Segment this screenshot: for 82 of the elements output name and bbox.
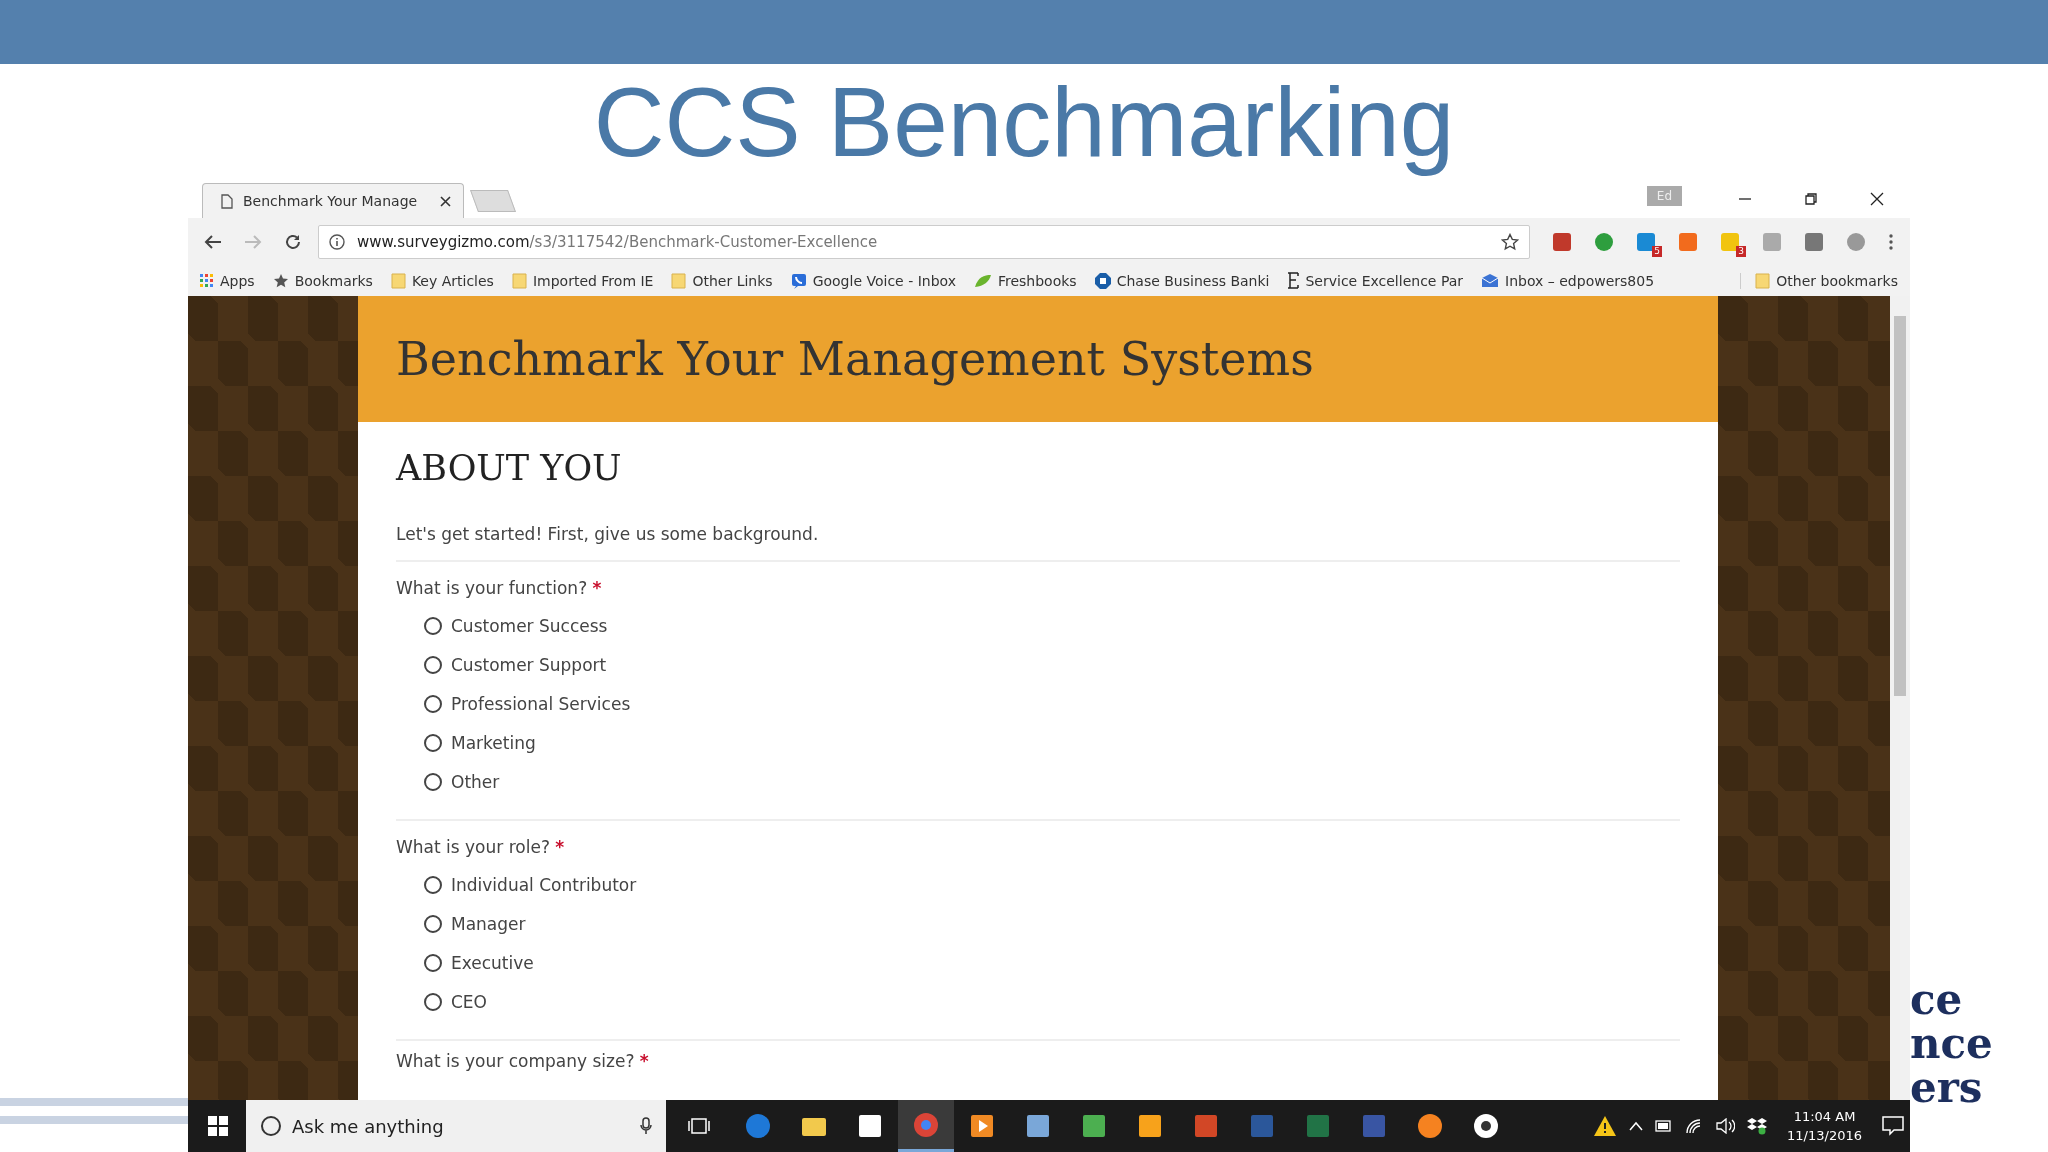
star-icon [272,272,289,289]
task-view-icon[interactable] [688,1117,710,1135]
bookmark-item[interactable]: Apps [200,272,255,289]
folder-icon [390,272,406,289]
dropbox-icon[interactable] [1747,1117,1768,1135]
radio-button[interactable] [424,953,442,972]
option-label[interactable]: Individual Contributor [451,874,637,895]
bookmark-item[interactable]: Imported From IE [511,272,654,289]
radio-button[interactable] [424,914,442,933]
option-label[interactable]: Executive [451,952,534,973]
search-field[interactable]: Ask me anything [246,1100,666,1152]
speaker-icon[interactable] [1715,1118,1736,1134]
radio-button[interactable] [424,875,442,894]
battery-icon[interactable] [1655,1120,1674,1132]
slide-logo-text: ers [1910,1066,1984,1110]
phone-icon [790,272,807,289]
bookmark-item[interactable]: Bookmarks [272,272,373,289]
chrome-icon[interactable] [898,1100,954,1152]
restore-icon[interactable] [1804,192,1818,206]
folder-icon [1755,272,1771,289]
radio-button[interactable] [424,772,442,791]
option-label[interactable]: CEO [451,991,487,1012]
radio-button[interactable] [424,655,442,674]
bookmark-item[interactable]: Google Voice - Inbox [790,272,956,289]
browser-tab[interactable]: Benchmark Your Manage [202,183,464,218]
chevron-up-icon[interactable] [1629,1121,1644,1131]
radio-button[interactable] [424,733,442,752]
leaf-icon [973,273,992,288]
page-icon [221,193,233,209]
tab-title: Benchmark Your Manage [243,193,419,209]
bookmark-item[interactable]: Freshbooks [973,272,1077,289]
intro-text: Let's get started! First, give us some background. [396,524,1680,562]
radio-button[interactable] [424,616,442,635]
radio-button[interactable] [424,694,442,713]
bookmark-item[interactable]: Other Links [671,272,773,289]
option-label[interactable]: Manager [451,913,526,934]
option-label[interactable]: Customer Support [451,654,607,675]
mail-icon [1481,273,1500,288]
slide-title: CCS Benchmarking [592,66,1456,179]
survey-title: Benchmark Your Management Systems [396,332,1314,386]
address-bar[interactable]: www.surveygizmo.com/s3/3117542/Benchmark-Customer-Excellence [318,224,1530,259]
clock-time: 11:04 AM [1793,1108,1856,1126]
menu-icon[interactable] [1888,232,1894,251]
option-label[interactable]: Professional Services [451,693,631,714]
extension-badge: 5 [1652,245,1662,257]
warning-icon[interactable] [1593,1115,1618,1137]
bookmark-star-icon[interactable] [1501,232,1519,251]
octagon-logo-icon [1094,272,1111,289]
bookmark-item[interactable]: Key Articles [390,272,494,289]
question-label: What is your company size? [396,1051,635,1071]
folder-icon [671,272,687,289]
radio-button[interactable] [424,992,442,1011]
required-mark: * [639,1051,649,1071]
reload-icon[interactable] [284,232,302,251]
close-icon[interactable] [1870,192,1884,206]
section-heading: ABOUT YOU [396,448,623,488]
bookmark-item[interactable]: Chase Business Banki [1094,272,1270,289]
option-label[interactable]: Customer Success [451,615,608,636]
slide-logo-text: ce [1910,978,1964,1022]
extension-badge: 3 [1736,245,1746,257]
notification-icon[interactable] [1882,1116,1904,1136]
close-icon[interactable] [440,195,451,207]
required-mark: * [592,578,602,598]
bookmark-item[interactable]: Inbox – edpowers805 [1481,272,1655,289]
question-label: What is your role? [396,837,550,857]
option-label[interactable]: Marketing [451,732,536,753]
search-circle-icon [260,1115,282,1137]
windows-start-icon[interactable] [208,1116,228,1136]
e-logo-icon [1287,272,1300,289]
back-icon[interactable] [204,233,222,250]
question-label: What is your function? [396,578,588,598]
bookmark-item[interactable]: Other bookmarks [1740,272,1898,289]
clock-date: 11/13/2016 [1787,1127,1862,1145]
slide-logo-text: nce [1910,1022,1993,1066]
url-text: www.surveygizmo.com/s3/3117542/Benchmark-Customer-Excellence [357,232,879,251]
option-label[interactable]: Other [451,771,500,792]
apps-grid-icon [200,273,214,288]
info-icon [329,233,345,250]
required-mark: * [555,837,565,857]
folder-icon [511,272,527,289]
bookmark-item[interactable]: Service Excellence Par [1287,272,1464,289]
microphone-icon[interactable] [640,1117,652,1135]
